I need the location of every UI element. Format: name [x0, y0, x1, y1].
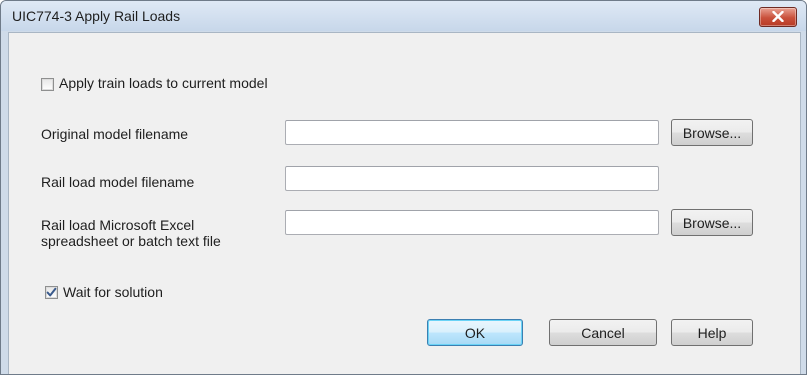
- rail-load-excel-label-line1: Rail load Microsoft Excel: [41, 217, 195, 233]
- original-model-filename-input[interactable]: [285, 120, 659, 145]
- apply-train-loads-checkbox[interactable]: [41, 78, 54, 91]
- apply-train-loads-label: Apply train loads to current model: [59, 75, 268, 91]
- wait-for-solution-checkbox[interactable]: [45, 286, 58, 299]
- cancel-button[interactable]: Cancel: [549, 319, 657, 346]
- close-x-icon: [772, 11, 784, 22]
- browse-excel-button[interactable]: Browse...: [671, 209, 753, 236]
- rail-load-excel-file-input[interactable]: [285, 210, 659, 235]
- wait-for-solution-label: Wait for solution: [63, 284, 163, 300]
- rail-load-excel-label-line2: spreadsheet or batch text file: [41, 233, 221, 249]
- cancel-button-label: Cancel: [581, 324, 625, 341]
- rail-load-model-label: Rail load model filename: [41, 174, 195, 190]
- window-title: UIC774-3 Apply Rail Loads: [12, 8, 181, 24]
- dialog-window: UIC774-3 Apply Rail Loads Apply train lo…: [0, 0, 807, 375]
- browse-original-model-button[interactable]: Browse...: [671, 119, 753, 146]
- rail-load-model-filename-input[interactable]: [285, 166, 659, 191]
- browse-excel-label: Browse...: [682, 214, 742, 231]
- help-button-label: Help: [697, 324, 727, 341]
- ok-button-label: OK: [464, 324, 486, 341]
- ok-button[interactable]: OK: [427, 319, 523, 346]
- help-button[interactable]: Help: [671, 319, 753, 346]
- original-model-label: Original model filename: [41, 126, 189, 142]
- title-bar[interactable]: UIC774-3 Apply Rail Loads: [1, 1, 806, 31]
- dialog-content: Apply train loads to current model Origi…: [8, 32, 801, 374]
- browse-original-model-label: Browse...: [682, 124, 742, 141]
- checkmark-icon: [46, 287, 57, 297]
- close-button[interactable]: [759, 7, 797, 27]
